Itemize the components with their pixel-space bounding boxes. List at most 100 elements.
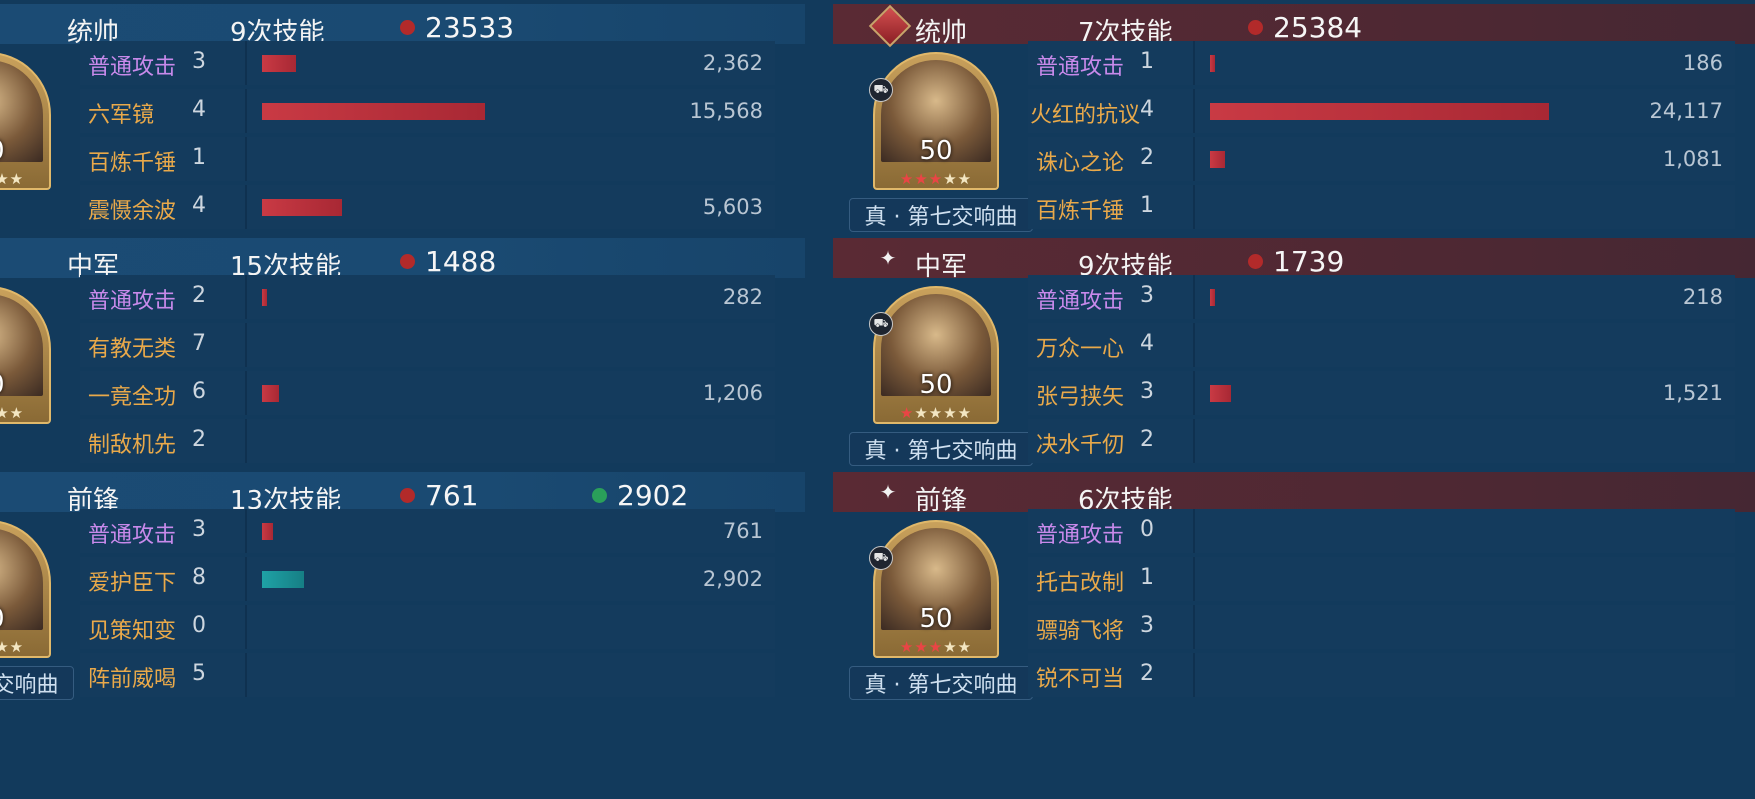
section-header: 统帅 7次技能 25384 <box>833 4 1755 48</box>
skill-name: 阵前威喝 <box>88 667 177 692</box>
skill-use-count: 7 <box>192 331 206 356</box>
skill-value: 1,081 <box>1662 147 1723 171</box>
row-divider <box>1193 137 1195 181</box>
row-divider <box>1193 605 1195 649</box>
skill-name: 普通攻击 <box>88 289 177 314</box>
star-icon: ★ <box>928 170 944 188</box>
row-divider <box>245 323 247 367</box>
skill-name: 普通攻击 <box>1036 289 1125 314</box>
skill-name: 爱护臣下 <box>88 571 177 596</box>
skill-row: 普通攻击 1 186 <box>1028 41 1735 85</box>
skill-name: 普通攻击 <box>1036 55 1125 80</box>
damage-bar <box>262 199 342 216</box>
skill-row: 诛心之论 2 1,081 <box>1028 137 1735 181</box>
star-icon: ★ <box>957 638 973 656</box>
skill-use-count: 1 <box>1140 193 1154 218</box>
star-icon: ★ <box>943 638 958 656</box>
total-heal: 2902 <box>617 479 689 512</box>
skill-row: 张弓挟矢 3 1,521 <box>1028 371 1735 415</box>
star-icon: ★ <box>914 404 929 422</box>
hero-portrait[interactable]: 50 ★★★★★ ⛟ <box>869 520 999 658</box>
skill-name: 一竟全功 <box>88 385 177 410</box>
hero-portrait[interactable]: 50 ★★★★★ ⛟ <box>869 286 999 424</box>
skill-name: 震慑余波 <box>88 199 177 224</box>
role-label: 前锋 <box>915 486 968 516</box>
skill-row: 托古改制 1 <box>1028 557 1735 601</box>
skill-row: 锐不可当 2 <box>1028 653 1735 697</box>
row-divider <box>245 89 247 133</box>
skill-row: 一竟全功 6 1,206 <box>80 371 775 415</box>
row-divider <box>1193 275 1195 319</box>
star-rating: ★★★★★ <box>873 404 999 422</box>
hero-portrait[interactable]: 50 ★★★★★ <box>0 52 51 190</box>
row-divider <box>1193 653 1195 697</box>
hero-portrait[interactable]: 50 ★★★★★ <box>0 520 51 658</box>
skill-use-count: 4 <box>1140 97 1154 122</box>
team-section-2: 中军15次技能1488 50 ★★★★★ 普通攻击 2 282 有教无类 7 一竟全功 6 1,20… <box>0 234 805 496</box>
skill-value: 1,521 <box>1662 381 1723 405</box>
total-damage: 23533 <box>425 11 515 44</box>
skill-value: 15,568 <box>689 99 763 123</box>
sparkle-icon: ✦ <box>879 480 897 504</box>
skill-use-count: 2 <box>1140 427 1154 452</box>
skill-row: 普通攻击 3 218 <box>1028 275 1735 319</box>
team-section-3: 前锋13次技能761290250★★★★★真 · 第七交响曲普通攻击3761爱护… <box>0 468 805 730</box>
role-label: 统帅 <box>915 18 968 48</box>
star-icon: ★ <box>0 170 10 188</box>
skill-use-count: 4 <box>1140 331 1154 356</box>
hero-portrait[interactable]: 50 ★★★★★ <box>0 286 51 424</box>
skill-name: 张弓挟矢 <box>1036 385 1125 410</box>
star-icon: ★ <box>899 638 915 656</box>
damage-bar <box>1210 55 1215 72</box>
skill-value: 2,362 <box>702 51 763 75</box>
equipment-set-label: 真 · 第七交响曲 <box>0 666 74 700</box>
skill-name: 万众一心 <box>1036 337 1125 362</box>
skill-use-count: 8 <box>192 565 206 590</box>
skill-row: 决水千仞 2 <box>1028 419 1735 463</box>
damage-dot-icon <box>400 254 415 269</box>
chariot-icon: ⛟ <box>869 78 893 102</box>
row-divider <box>245 185 247 229</box>
damage-bar <box>1210 103 1549 120</box>
star-icon: ★ <box>9 638 25 656</box>
skill-value: 761 <box>722 519 763 543</box>
row-divider <box>1193 557 1195 601</box>
skill-row: 万众一心 4 <box>1028 323 1735 367</box>
row-divider <box>245 41 247 85</box>
skill-row: 爱护臣下 8 2,902 <box>80 557 775 601</box>
row-divider <box>245 137 247 181</box>
section-header: ✦ 中军 9次技能 1739 <box>833 238 1755 282</box>
section-header: 中军 15次技能 1488 <box>0 238 805 282</box>
row-divider <box>1193 41 1195 85</box>
skill-use-count: 1 <box>1140 565 1154 590</box>
skill-row: 六军镜 4 15,568 <box>80 89 775 133</box>
skill-name: 火红的抗议 <box>1030 103 1141 128</box>
row-divider <box>245 557 247 601</box>
hero-level: 50 <box>0 604 51 634</box>
row-divider <box>1193 323 1195 367</box>
star-icon: ★ <box>9 170 25 188</box>
skill-value: 282 <box>722 285 763 309</box>
star-icon: ★ <box>899 170 915 188</box>
skill-row: 普通攻击 0 <box>1028 509 1735 553</box>
damage-bar <box>1210 385 1231 402</box>
star-icon: ★ <box>943 404 958 422</box>
hero-level: 50 <box>919 136 953 166</box>
row-divider <box>1193 419 1195 463</box>
skill-name: 锐不可当 <box>1036 667 1125 692</box>
hero-portrait[interactable]: 50 ★★★★★ ⛟ <box>869 52 999 190</box>
sparkle-icon: ✦ <box>879 246 897 270</box>
star-icon: ★ <box>0 638 10 656</box>
skill-name: 普通攻击 <box>1036 523 1125 548</box>
skill-row: 普通攻击 3 761 <box>80 509 775 553</box>
equipment-set-label: 真 · 第七交响曲 <box>849 666 1033 700</box>
damage-dot-icon <box>400 20 415 35</box>
skill-value: 24,117 <box>1649 99 1723 123</box>
row-divider <box>245 605 247 649</box>
damage-bar <box>262 289 267 306</box>
skill-use-count: 0 <box>1140 517 1154 542</box>
skill-use-count: 3 <box>192 49 206 74</box>
hero-level: 50 <box>0 370 51 400</box>
skill-use-count: 6 <box>192 379 206 404</box>
skill-use-count: 3 <box>1140 283 1154 308</box>
